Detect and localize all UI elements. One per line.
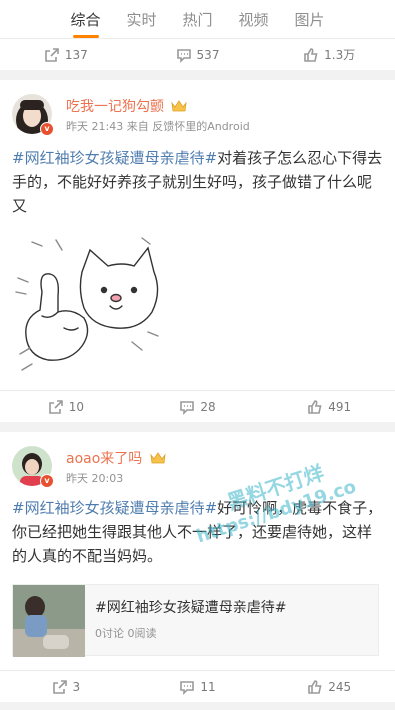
weibo-post: v aoao来了吗 昨天 20:03 #网红袖珍女孩疑遭母亲虐待#好可怜啊，虎毒… <box>0 432 395 670</box>
repost-button[interactable]: 3 <box>0 671 132 702</box>
like-icon <box>308 399 322 414</box>
comment-button[interactable]: 11 <box>132 671 264 702</box>
repost-icon <box>48 399 63 414</box>
topic-card[interactable]: #网红袖珍女孩疑遭母亲虐待# 0讨论 0阅读 <box>12 584 379 657</box>
repost-count: 10 <box>68 399 84 414</box>
weibo-post: v 吃我一记狗勾颤 昨天 21:43 来自 反馈怀里的Android #网红袖珍… <box>0 80 395 390</box>
verified-badge-icon: v <box>40 122 54 136</box>
hashtag-link[interactable]: #网红袖珍女孩疑遭母亲虐待# <box>12 499 217 517</box>
repost-count: 3 <box>72 679 81 694</box>
post-username[interactable]: 吃我一记狗勾颤 <box>66 96 188 116</box>
repost-count: 137 <box>64 47 88 62</box>
comment-count: 11 <box>200 679 216 694</box>
repost-icon <box>52 679 67 694</box>
comment-count: 28 <box>200 399 216 414</box>
tab-hot[interactable]: 热门 <box>170 0 226 40</box>
like-icon <box>304 47 318 62</box>
post-text: #网红袖珍女孩疑遭母亲虐待#对着孩子怎么忍心下得去手的，不能好好养孩子就别生好吗… <box>12 149 383 215</box>
like-icon <box>308 679 322 694</box>
topic-card-title: #网红袖珍女孩疑遭母亲虐待# <box>95 600 287 616</box>
verified-badge-icon: v <box>40 474 54 488</box>
crown-icon <box>171 100 188 112</box>
post-time: 昨天 21:43 <box>66 120 124 133</box>
repost-button[interactable]: 137 <box>0 39 132 70</box>
comment-icon <box>180 680 195 695</box>
comment-count: 537 <box>196 47 220 62</box>
like-button[interactable]: 1.3万 <box>263 39 395 70</box>
tab-realtime[interactable]: 实时 <box>114 0 170 40</box>
post-action-bar: 10 28 491 <box>0 390 395 422</box>
comment-button[interactable]: 537 <box>132 39 264 70</box>
topic-card-stats: 0讨论 0阅读 <box>95 627 157 640</box>
repost-icon <box>45 47 59 62</box>
post-action-bar: 137 537 1.3万 <box>0 38 395 70</box>
post-username[interactable]: aoao来了吗 <box>66 448 166 468</box>
post-source: 来自 反馈怀里的Android <box>126 120 250 133</box>
like-count: 245 <box>328 679 352 694</box>
post-time: 昨天 20:03 <box>66 472 124 485</box>
post-image[interactable] <box>12 232 160 382</box>
like-button[interactable]: 245 <box>263 671 395 702</box>
post-meta: 昨天 21:43 来自 反馈怀里的Android <box>66 118 250 134</box>
comment-icon <box>176 48 191 63</box>
comment-icon <box>180 400 195 415</box>
tab-pictures[interactable]: 图片 <box>282 0 338 40</box>
tab-comprehensive[interactable]: 综合 <box>58 0 114 40</box>
post-action-bar: 3 11 245 <box>0 670 395 702</box>
search-tab-bar: 综合 实时 热门 视频 图片 <box>0 0 395 40</box>
crown-icon <box>150 452 166 464</box>
post-meta: 昨天 20:03 <box>66 470 123 486</box>
repost-button[interactable]: 10 <box>0 391 132 422</box>
comment-button[interactable]: 28 <box>132 391 264 422</box>
topic-card-thumbnail <box>13 585 85 657</box>
like-button[interactable]: 491 <box>263 391 395 422</box>
like-count: 1.3万 <box>324 48 356 62</box>
post-text: #网红袖珍女孩疑遭母亲虐待#好可怜啊，虎毒不食子，你已经把她生得跟其他人不一样了… <box>12 499 383 565</box>
like-count: 491 <box>328 399 352 414</box>
hashtag-link[interactable]: #网红袖珍女孩疑遭母亲虐待# <box>12 149 217 167</box>
tab-video[interactable]: 视频 <box>226 0 282 40</box>
